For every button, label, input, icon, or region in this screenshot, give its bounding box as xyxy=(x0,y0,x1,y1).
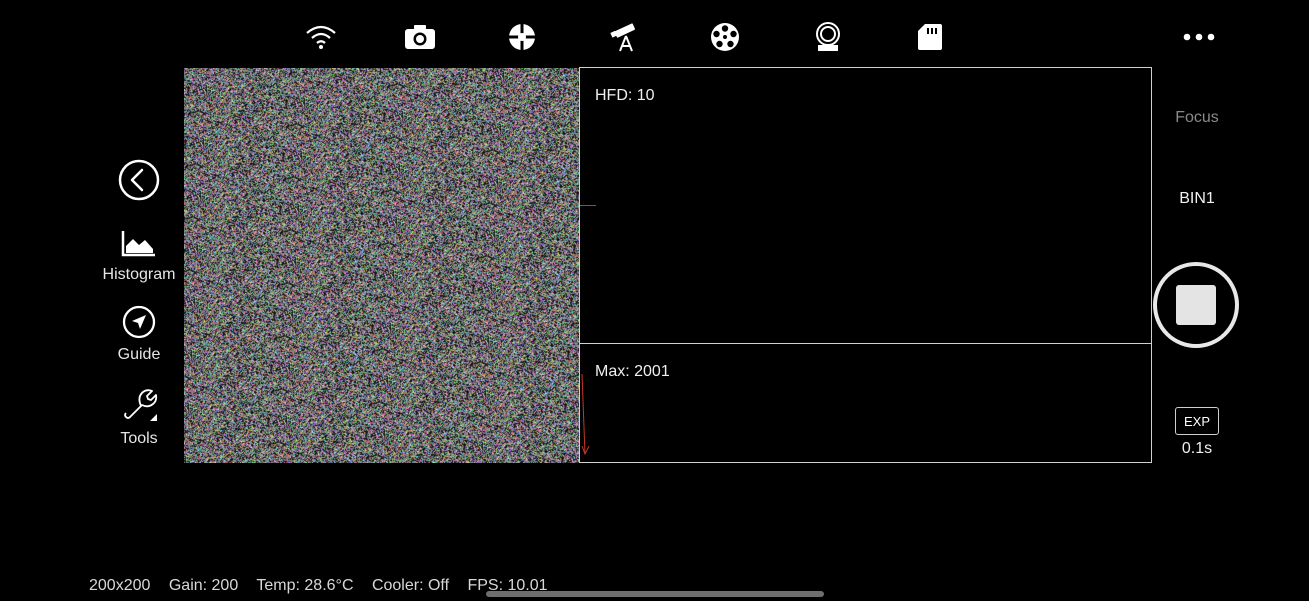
gain-text: Gain: 200 xyxy=(168,577,239,594)
bin-button[interactable]: BIN1 xyxy=(1137,190,1257,208)
camera-icon[interactable] xyxy=(403,20,437,54)
histogram-button[interactable]: Histogram xyxy=(92,227,186,284)
histogram-icon xyxy=(121,231,155,257)
stop-icon xyxy=(1176,285,1216,325)
wifi-icon[interactable] xyxy=(304,20,338,54)
hfd-graph-panel: HFD: 10 xyxy=(579,67,1152,344)
max-value: Max: 2001 xyxy=(595,363,670,380)
resolution-text: 200x200 xyxy=(89,577,151,594)
exposure-value[interactable]: 0.1s xyxy=(1137,440,1257,458)
tools-label: Tools xyxy=(120,430,158,447)
histogram-label: Histogram xyxy=(102,266,176,283)
navigation-icon xyxy=(122,305,156,339)
more-icon[interactable] xyxy=(1179,20,1219,54)
filter-wheel-icon[interactable] xyxy=(708,20,742,54)
home-indicator[interactable] xyxy=(486,591,824,597)
max-marker xyxy=(581,374,590,456)
sd-card-icon[interactable] xyxy=(913,20,947,54)
focus-mode-label[interactable]: Focus xyxy=(1137,109,1257,127)
focuser-icon[interactable] xyxy=(811,20,845,54)
telescope-icon[interactable] xyxy=(608,20,642,54)
guide-label: Guide xyxy=(117,346,161,363)
back-button[interactable] xyxy=(92,158,186,207)
temp-text: Temp: 28.6°C xyxy=(256,577,354,594)
guide-button[interactable]: Guide xyxy=(92,305,186,364)
hfd-value: HFD: 10 xyxy=(595,87,655,104)
tools-button[interactable]: Tools xyxy=(92,385,186,448)
wrench-icon xyxy=(124,389,158,421)
capture-stop-button[interactable] xyxy=(1153,262,1239,348)
camera-preview-image[interactable] xyxy=(184,68,579,463)
hfd-marker xyxy=(580,205,596,206)
cooler-text: Cooler: Off xyxy=(371,577,450,594)
exp-badge[interactable]: EXP xyxy=(1175,407,1219,435)
chevron-left-icon xyxy=(118,159,160,201)
crosshair-icon[interactable] xyxy=(505,20,539,54)
max-graph-panel: Max: 2001 xyxy=(579,343,1152,463)
